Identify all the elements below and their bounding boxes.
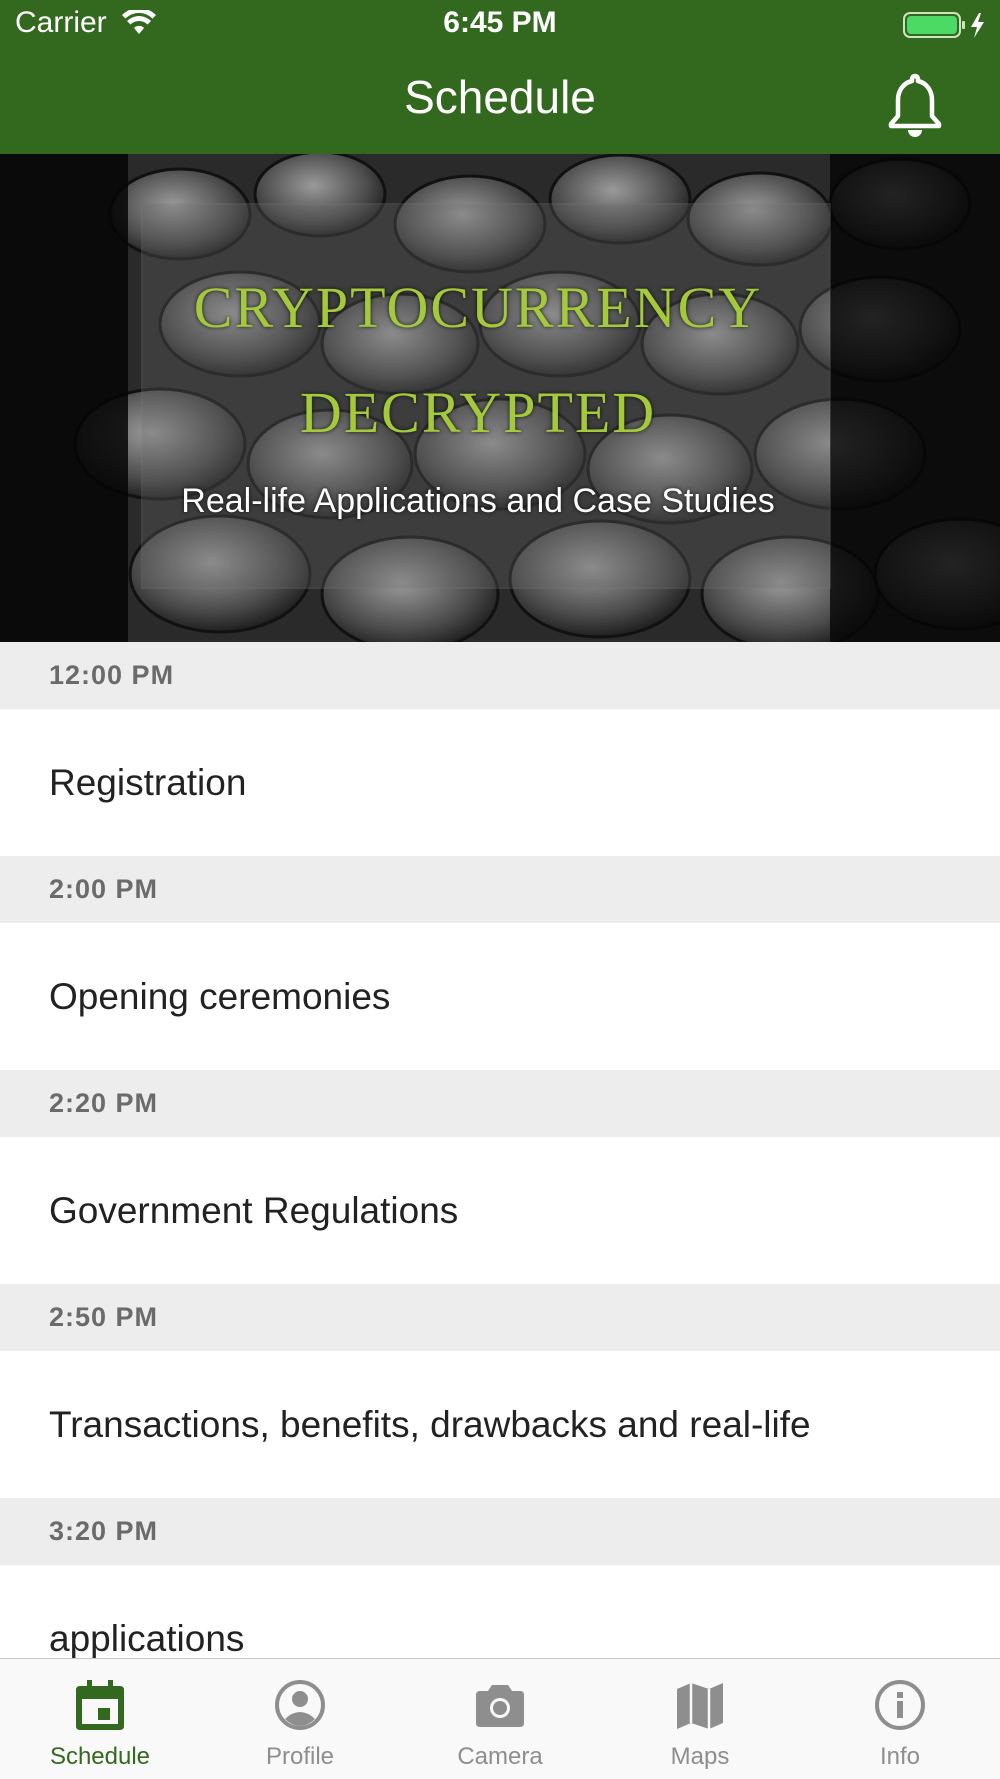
tab-label: Profile (265, 1743, 335, 1770)
bell-icon[interactable] (884, 72, 946, 138)
status-time: 6:45 PM (443, 6, 557, 39)
banner-subtitle: Real-life Applications and Case Studies (181, 482, 775, 520)
event-banner: CRYPTOCURRENCY DECRYPTED Real-life Appli… (0, 154, 1000, 642)
tab-camera[interactable]: Camera (400, 1659, 600, 1779)
map-icon (677, 1683, 723, 1729)
time-header: 2:00 PM (0, 856, 1000, 923)
tab-info[interactable]: Info (800, 1659, 1000, 1779)
time-header: 2:50 PM (0, 1284, 1000, 1351)
schedule-item[interactable]: Registration (0, 709, 1000, 856)
time-header: 3:20 PM (0, 1498, 1000, 1565)
calendar-icon (76, 1680, 124, 1730)
schedule-item[interactable]: Opening ceremonies (0, 923, 1000, 1070)
tab-label: Maps (670, 1743, 730, 1770)
banner-title-line1: CRYPTOCURRENCY (193, 275, 763, 340)
schedule-item[interactable]: Transactions, benefits, drawbacks and re… (0, 1351, 1000, 1498)
status-bar: Carrier 6:45 PM (0, 0, 1000, 50)
tab-schedule[interactable]: Schedule (0, 1659, 200, 1779)
user-icon (275, 1680, 325, 1730)
battery-icon (903, 12, 984, 38)
page-title: Schedule (404, 71, 596, 123)
time-header: 2:20 PM (0, 1070, 1000, 1137)
time-header: 12:00 PM (0, 642, 1000, 709)
banner-title-line2: DECRYPTED (299, 380, 657, 445)
schedule-list: 12:00 PM Registration 2:00 PM Opening ce… (0, 642, 1000, 1712)
tab-bar: Schedule Profile Camera Maps Info (0, 1658, 1000, 1779)
camera-icon (476, 1685, 524, 1727)
tab-label: Camera (457, 1743, 543, 1770)
top-bar: Carrier 6:45 PM Schedule (0, 0, 1000, 154)
tab-profile[interactable]: Profile (200, 1659, 400, 1779)
schedule-item[interactable]: Government Regulations (0, 1137, 1000, 1284)
info-icon (875, 1680, 925, 1730)
tab-label: Schedule (49, 1743, 151, 1770)
tab-label: Info (879, 1743, 921, 1770)
tab-maps[interactable]: Maps (600, 1659, 800, 1779)
